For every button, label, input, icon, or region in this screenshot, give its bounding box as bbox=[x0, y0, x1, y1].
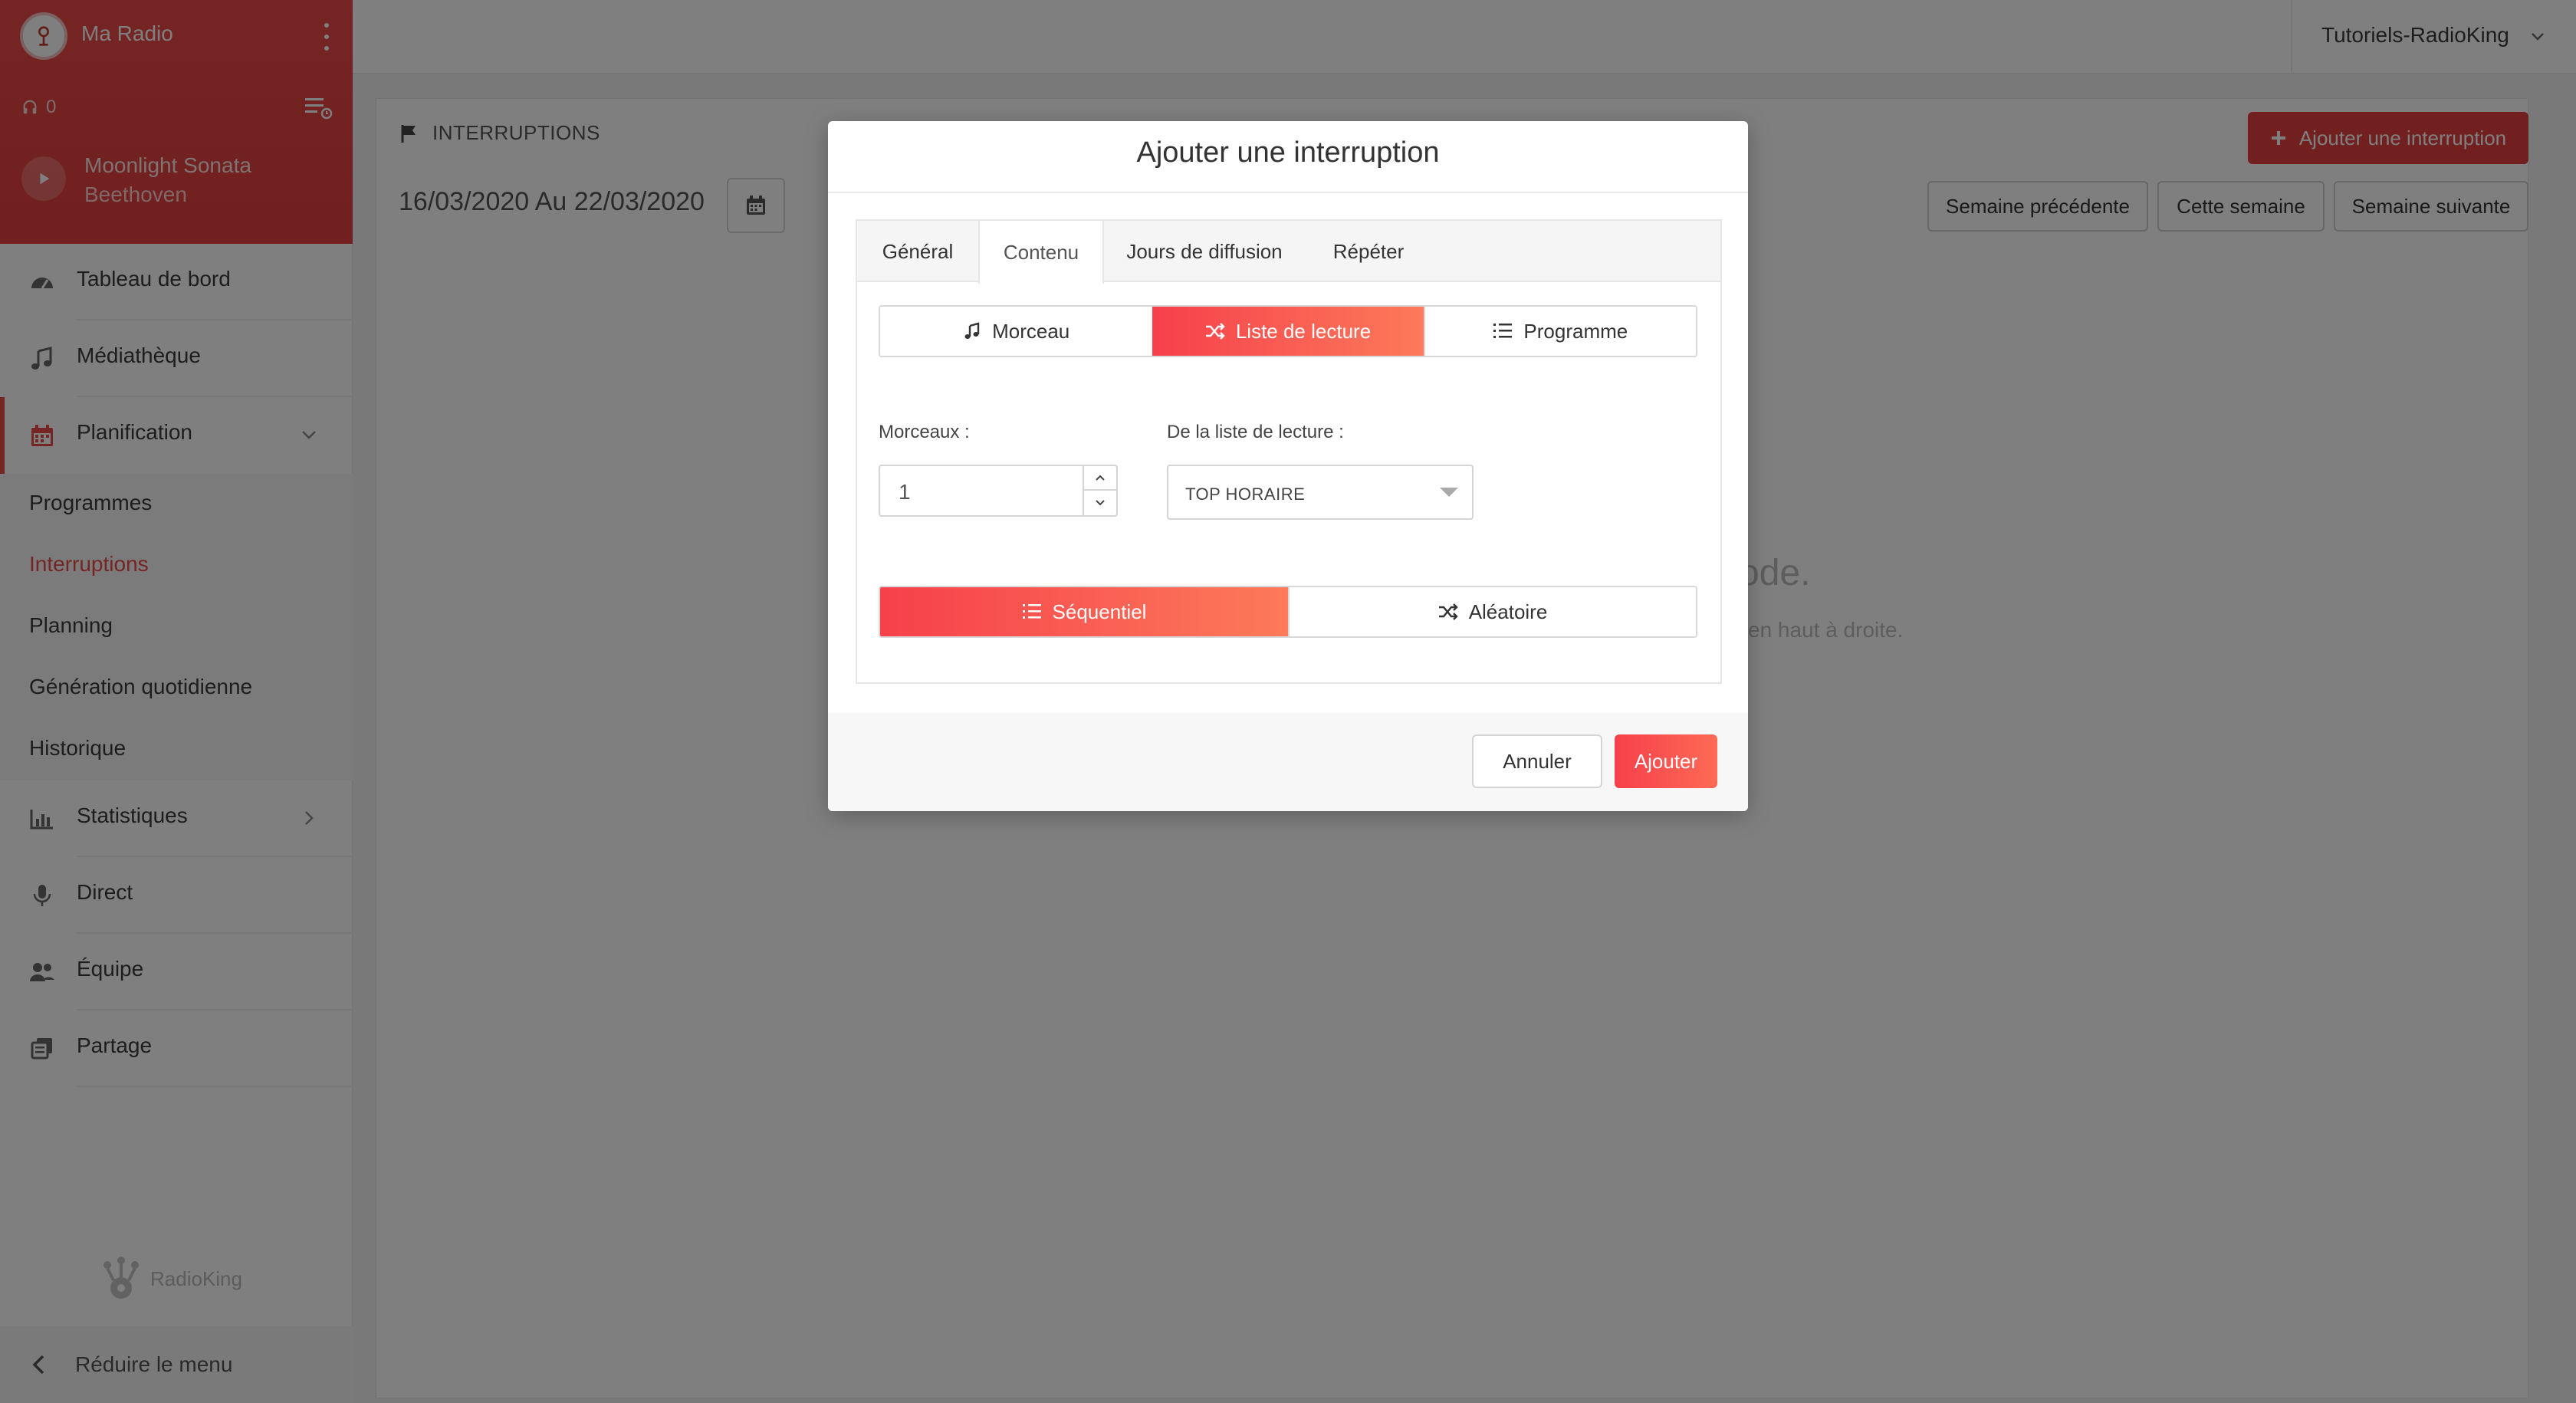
increment-button[interactable] bbox=[1084, 466, 1116, 491]
chevron-up-icon bbox=[1096, 475, 1105, 481]
tracks-count-value[interactable]: 1 bbox=[899, 480, 911, 504]
dropdown-arrow-icon bbox=[1440, 488, 1458, 497]
order-mode-random[interactable]: Aléatoire bbox=[1288, 587, 1696, 636]
order-mode-sequential[interactable]: Séquentiel bbox=[880, 587, 1288, 636]
tab-broadcast-days[interactable]: Jours de diffusion bbox=[1104, 221, 1305, 282]
content-type-track[interactable]: Morceau bbox=[880, 307, 1153, 356]
shuffle-icon bbox=[1205, 323, 1225, 340]
music-note-icon bbox=[964, 322, 980, 339]
submit-add-button[interactable]: Ajouter bbox=[1615, 734, 1717, 788]
playlist-label: De la liste de lecture : bbox=[1167, 422, 1344, 442]
tab-repeat[interactable]: Répéter bbox=[1305, 221, 1432, 282]
shuffle-icon bbox=[1438, 603, 1458, 620]
content-type-selector: Morceau Liste de lecture Programme bbox=[879, 305, 1697, 357]
decrement-button[interactable] bbox=[1084, 491, 1116, 515]
chevron-down-icon bbox=[1096, 500, 1105, 506]
tab-general[interactable]: Général bbox=[857, 221, 978, 282]
list-icon bbox=[1022, 604, 1041, 619]
content-type-program[interactable]: Programme bbox=[1423, 307, 1696, 356]
tracks-count-stepper[interactable]: 1 bbox=[879, 465, 1118, 517]
modal-tabs: Général Contenu Jours de diffusion Répét… bbox=[857, 221, 1720, 284]
modal-footer bbox=[828, 713, 1748, 811]
content-type-playlist[interactable]: Liste de lecture bbox=[1152, 307, 1424, 356]
list-icon bbox=[1493, 324, 1513, 338]
cancel-button[interactable]: Annuler bbox=[1472, 734, 1602, 788]
tab-content[interactable]: Contenu bbox=[978, 221, 1104, 284]
tracks-count-label: Morceaux : bbox=[879, 422, 970, 442]
modal-title: Ajouter une interruption bbox=[1136, 136, 1440, 169]
playlist-select[interactable]: TOP HORAIRE bbox=[1167, 465, 1474, 520]
order-mode-selector: Séquentiel Aléatoire bbox=[879, 586, 1697, 638]
playlist-select-value: TOP HORAIRE bbox=[1185, 485, 1306, 504]
